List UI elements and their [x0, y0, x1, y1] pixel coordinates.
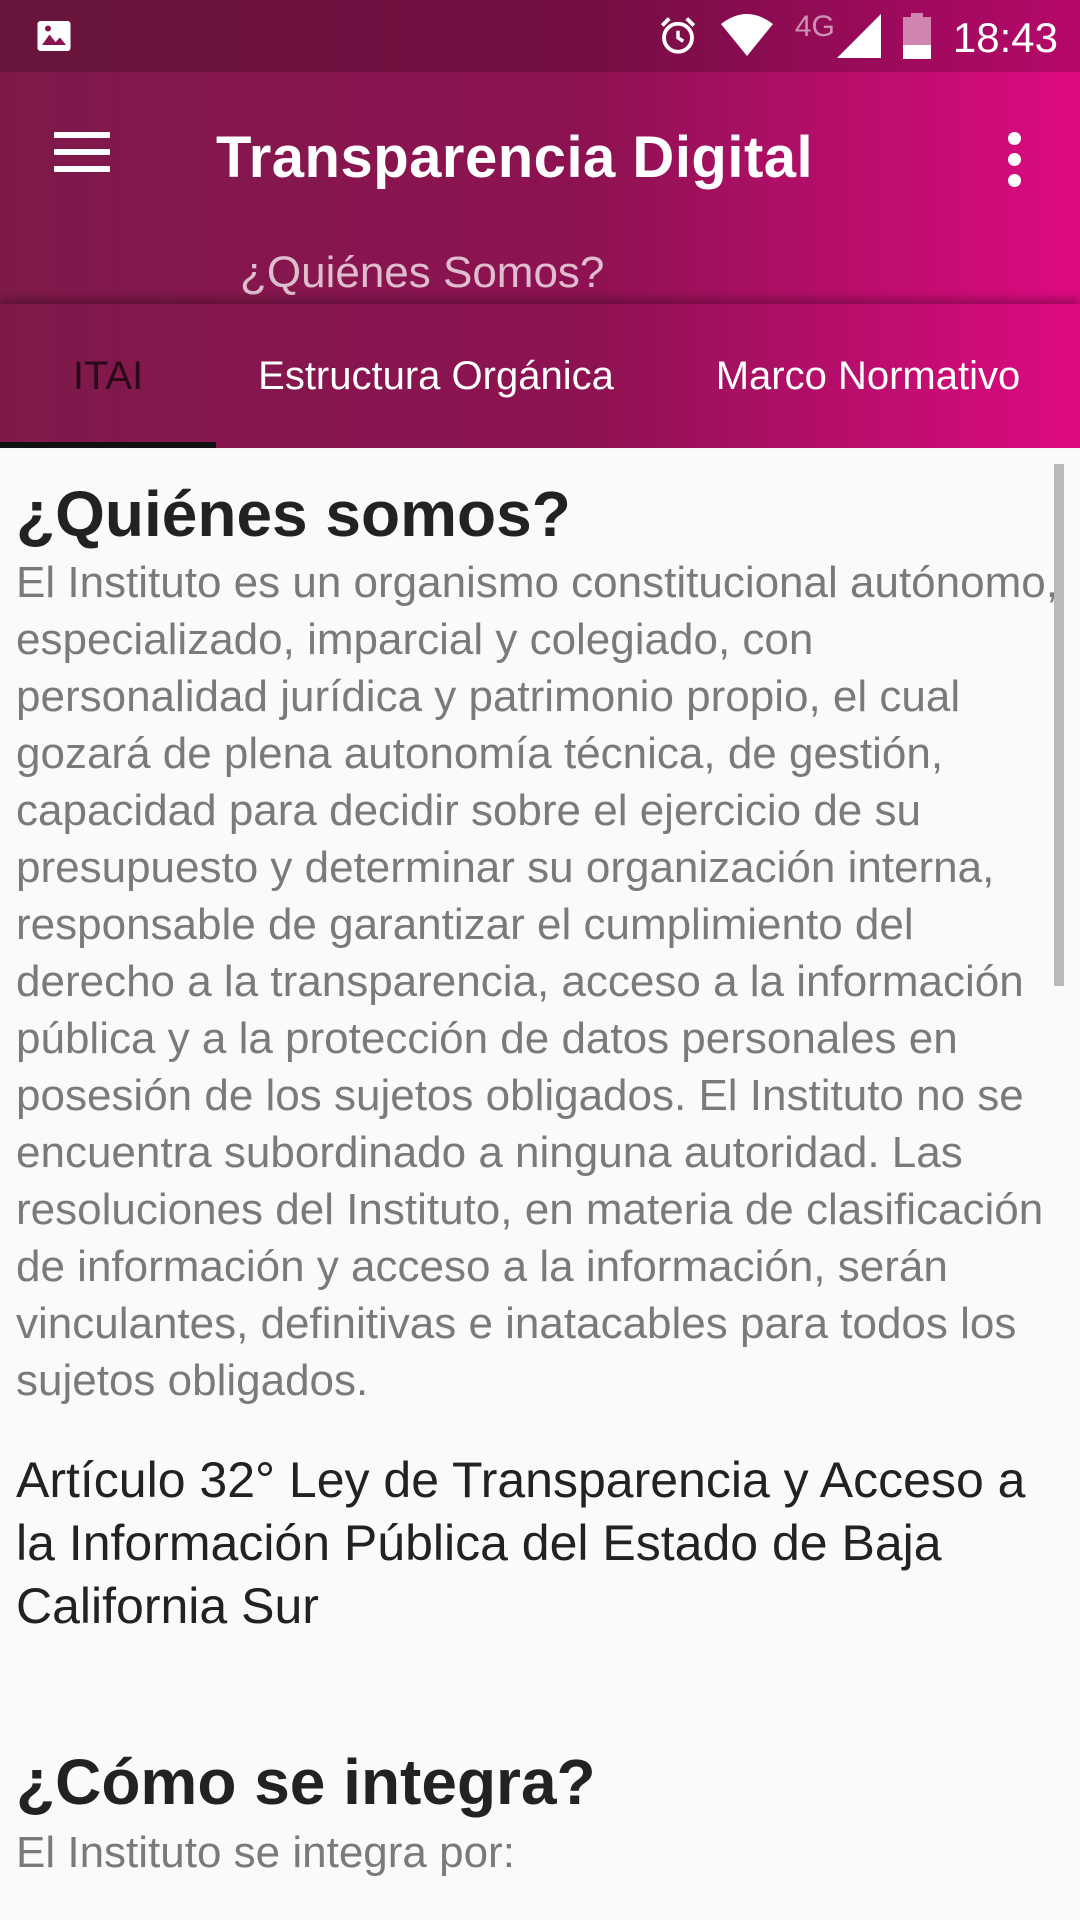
- network-type-label: 4G: [794, 10, 835, 43]
- status-bar: 4G 18:43: [0, 0, 1080, 72]
- tab-itai[interactable]: ITAI: [0, 304, 216, 448]
- wifi-icon: [720, 13, 773, 63]
- tab-bar: ITAI Estructura Orgánica Marco Normativo: [0, 304, 1080, 448]
- battery-icon: [902, 12, 931, 64]
- section-title-como-se-integra: ¿Cómo se integra?: [16, 1746, 596, 1818]
- article-reference: Artículo 32° Ley de Transparencia y Acce…: [16, 1452, 1026, 1634]
- tab-marco-normativo[interactable]: Marco Normativo: [656, 304, 1080, 448]
- tab-label: Estructura Orgánica: [258, 353, 614, 398]
- menu-icon[interactable]: [54, 132, 110, 172]
- content-scroll-area[interactable]: ¿Quiénes somos? El Instituto es un organ…: [0, 448, 1080, 1920]
- app-bar: Transparencia Digital ¿Quiénes Somos?: [0, 72, 1080, 304]
- image-notification-icon: [36, 18, 72, 59]
- section-intro-text: El Instituto se integra por:: [16, 1828, 515, 1877]
- app-title: Transparencia Digital: [216, 125, 814, 190]
- signal-icon: [836, 13, 881, 63]
- clock-time: 18:43: [952, 14, 1058, 61]
- tab-estructura-organica[interactable]: Estructura Orgánica: [216, 304, 656, 448]
- overflow-menu-icon[interactable]: [1002, 132, 1026, 192]
- section-title-quienes-somos: ¿Quiénes somos?: [16, 478, 571, 550]
- tab-label: ITAI: [72, 353, 144, 398]
- scrollbar[interactable]: [1054, 464, 1064, 986]
- alarm-icon: [657, 15, 699, 62]
- tab-label: Marco Normativo: [715, 353, 1021, 398]
- app-header: 4G 18:43 Transparencia Digital ¿Quiénes …: [0, 0, 1080, 448]
- section-body-text: El Instituto es un organismo constitucio…: [16, 558, 1058, 1405]
- app-subtitle: ¿Quiénes Somos?: [240, 248, 605, 297]
